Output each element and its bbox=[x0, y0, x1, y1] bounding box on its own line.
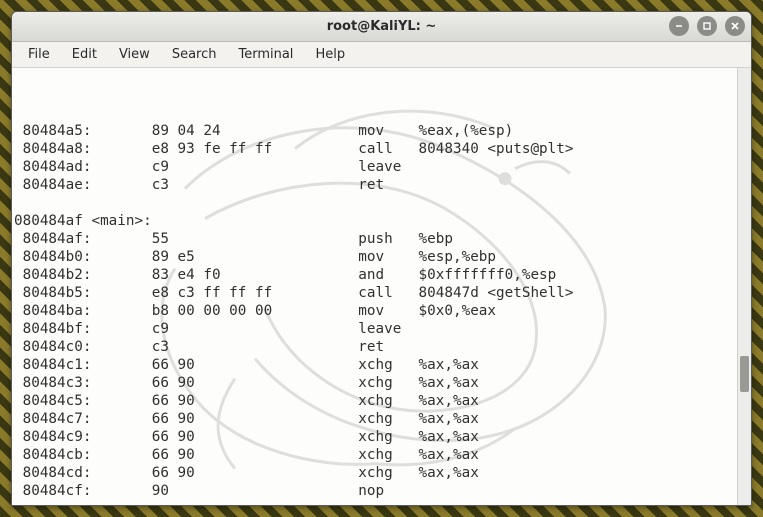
titlebar[interactable]: root@KaliYL: ~ bbox=[12, 12, 751, 42]
minimize-icon bbox=[674, 21, 684, 31]
menubar: File Edit View Search Terminal Help bbox=[12, 42, 751, 68]
menu-edit[interactable]: Edit bbox=[62, 44, 107, 65]
scrollbar[interactable] bbox=[737, 68, 751, 505]
terminal-output: 80484a5: 89 04 24 mov %eax,(%esp) 80484a… bbox=[14, 122, 735, 505]
scrollbar-thumb[interactable] bbox=[740, 356, 749, 392]
menu-help[interactable]: Help bbox=[305, 44, 355, 65]
menu-view[interactable]: View bbox=[109, 44, 160, 65]
maximize-button[interactable] bbox=[697, 16, 717, 36]
menu-search[interactable]: Search bbox=[162, 44, 227, 65]
menu-terminal[interactable]: Terminal bbox=[228, 44, 303, 65]
menu-file[interactable]: File bbox=[18, 44, 60, 65]
close-button[interactable] bbox=[725, 16, 745, 36]
close-icon bbox=[730, 21, 740, 31]
terminal-area: 80484a5: 89 04 24 mov %eax,(%esp) 80484a… bbox=[12, 68, 751, 505]
window-title: root@KaliYL: ~ bbox=[12, 19, 751, 34]
window-buttons bbox=[669, 16, 745, 36]
maximize-icon bbox=[702, 21, 712, 31]
terminal-content[interactable]: 80484a5: 89 04 24 mov %eax,(%esp) 80484a… bbox=[12, 68, 737, 505]
terminal-window: root@KaliYL: ~ File Edit View Search Ter… bbox=[11, 11, 752, 506]
minimize-button[interactable] bbox=[669, 16, 689, 36]
